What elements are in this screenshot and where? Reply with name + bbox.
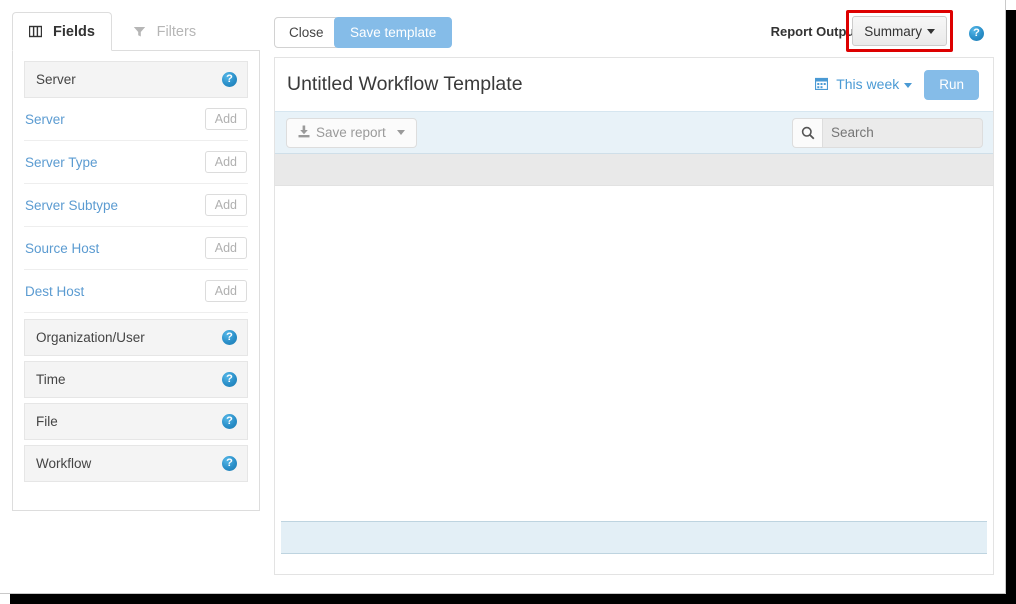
add-field-button[interactable]: Add <box>204 108 247 130</box>
fields-panel-body: Server ? Server Add Server Type Add Serv… <box>12 51 260 511</box>
search-input[interactable] <box>822 117 983 148</box>
help-icon[interactable]: ? <box>222 414 237 429</box>
field-label[interactable]: Source Host <box>25 241 99 256</box>
report-output-value: Summary <box>864 23 922 39</box>
field-group-server-label: Server <box>36 72 76 87</box>
date-range-picker[interactable]: This week <box>815 76 913 93</box>
field-group-time[interactable]: Time ? <box>24 361 248 398</box>
report-toolbar: Save report <box>275 111 993 154</box>
save-icon <box>298 125 310 141</box>
tab-filters-label: Filters <box>156 24 197 40</box>
field-label[interactable]: Server Subtype <box>25 198 118 213</box>
window-shadow-right <box>1006 10 1016 604</box>
report-output-dropdown[interactable]: Summary <box>852 16 947 46</box>
add-field-button[interactable]: Add <box>204 151 247 173</box>
field-row[interactable]: Dest Host Add <box>24 270 248 313</box>
funnel-icon <box>133 15 146 53</box>
save-template-button[interactable]: Save template <box>334 17 453 48</box>
field-group-organization-user[interactable]: Organization/User ? <box>24 319 248 356</box>
report-title-actions: This week Run <box>815 69 979 100</box>
help-icon[interactable]: ? <box>222 372 237 387</box>
collapsed-field-groups: Organization/User ? Time ? File ? Workfl… <box>24 319 248 482</box>
add-field-button[interactable]: Add <box>204 280 247 302</box>
field-row[interactable]: Server Type Add <box>24 141 248 184</box>
field-row[interactable]: Server Subtype Add <box>24 184 248 227</box>
field-group-time-label: Time <box>36 372 66 387</box>
tab-fields[interactable]: Fields <box>12 12 112 51</box>
tab-fields-label: Fields <box>53 24 95 40</box>
columns-icon <box>28 15 43 53</box>
chevron-down-icon <box>396 130 405 135</box>
field-group-file-label: File <box>36 414 58 429</box>
chevron-down-icon <box>904 82 913 88</box>
field-group-workflow[interactable]: Workflow ? <box>24 445 248 482</box>
close-button[interactable]: Close <box>274 17 339 48</box>
help-icon[interactable]: ? <box>222 456 237 471</box>
calendar-icon <box>815 77 832 93</box>
field-group-workflow-label: Workflow <box>36 456 92 471</box>
report-table-body <box>275 186 993 521</box>
field-group-file[interactable]: File ? <box>24 403 248 440</box>
save-report-button[interactable]: Save report <box>286 117 417 148</box>
field-group-organization-user-label: Organization/User <box>36 330 145 345</box>
help-icon[interactable]: ? <box>222 330 237 345</box>
chevron-down-icon <box>927 29 935 35</box>
top-toolbar: Close Save template Report Output: Summa… <box>274 10 994 52</box>
tab-filters[interactable]: Filters <box>116 12 214 51</box>
application-window: Fields Filters Server ? Server Add Serve… <box>0 0 1006 594</box>
save-report-label: Save report <box>316 125 386 140</box>
page-title: Untitled Workflow Template <box>287 73 523 95</box>
window-shadow-bottom <box>10 594 1016 604</box>
help-icon[interactable]: ? <box>222 72 237 87</box>
report-title-bar: Untitled Workflow Template This week Run <box>275 58 993 111</box>
add-field-button[interactable]: Add <box>204 237 247 259</box>
field-list: Server Add Server Type Add Server Subtyp… <box>24 98 248 313</box>
search-icon[interactable] <box>792 117 822 148</box>
field-group-server[interactable]: Server ? <box>24 61 248 98</box>
report-footer-bar <box>281 521 987 554</box>
date-range-value: This week <box>836 76 900 92</box>
field-label[interactable]: Dest Host <box>25 284 84 299</box>
sidebar-tabstrip: Fields Filters <box>12 12 260 51</box>
report-table-header <box>275 154 993 186</box>
field-row[interactable]: Source Host Add <box>24 227 248 270</box>
help-icon[interactable]: ? <box>969 26 984 41</box>
field-label[interactable]: Server <box>25 112 65 127</box>
report-output-highlight: Summary <box>846 10 953 52</box>
report-search <box>792 117 983 148</box>
run-button[interactable]: Run <box>924 69 979 100</box>
field-row[interactable]: Server Add <box>24 98 248 141</box>
add-field-button[interactable]: Add <box>204 194 247 216</box>
field-label[interactable]: Server Type <box>25 155 98 170</box>
fields-sidebar: Fields Filters Server ? Server Add Serve… <box>12 12 260 511</box>
report-panel: Untitled Workflow Template This week Run… <box>274 57 994 575</box>
